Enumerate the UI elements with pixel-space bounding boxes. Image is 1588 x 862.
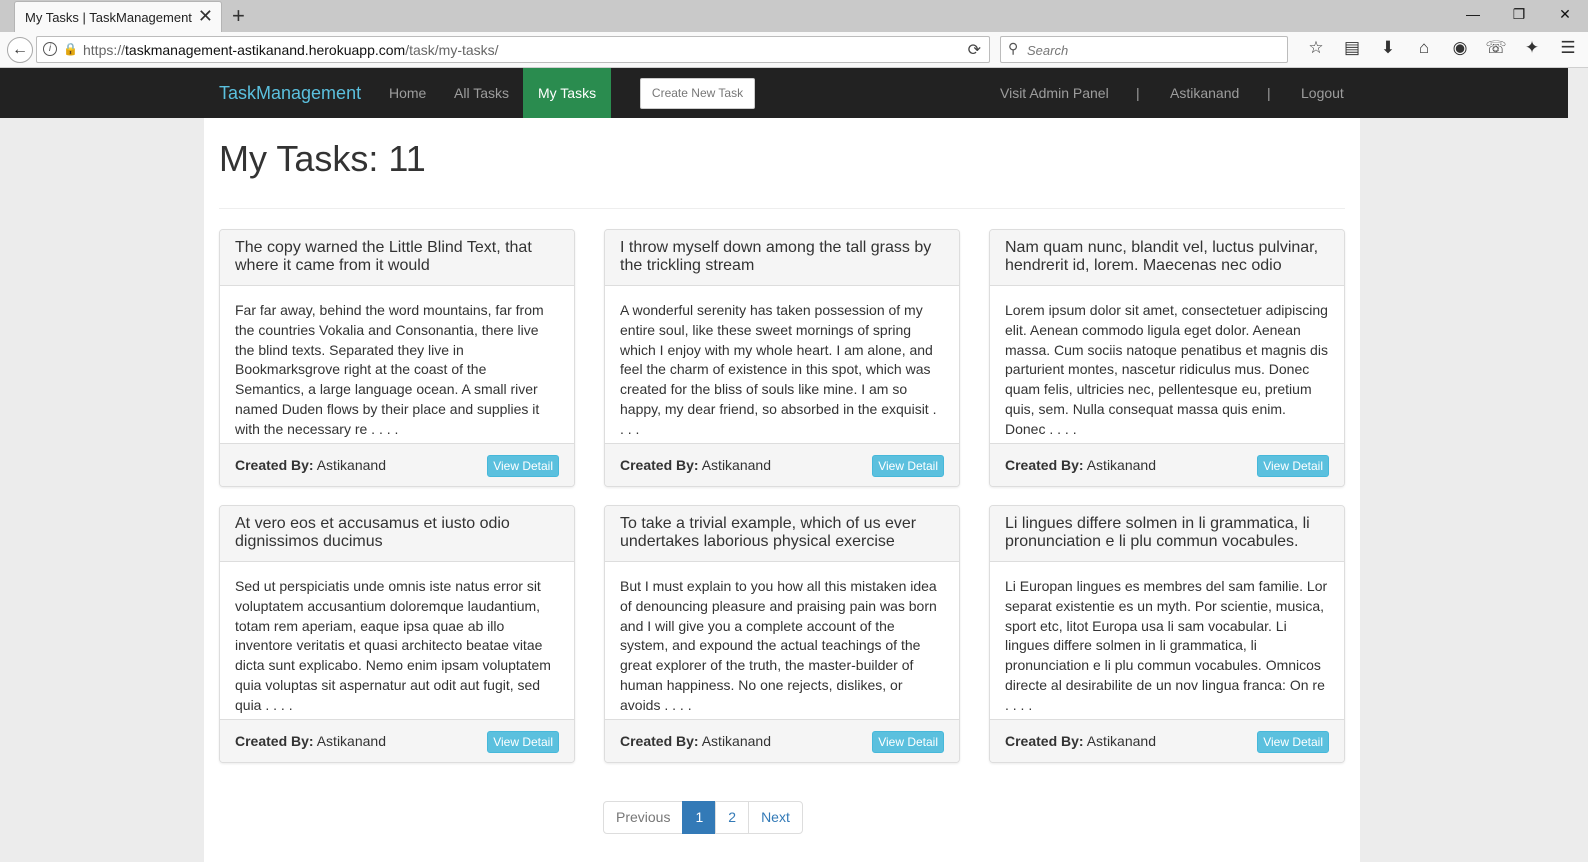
created-by-label: Created By: bbox=[235, 733, 314, 749]
task-description: Lorem ipsum dolor sit amet, consectetuer… bbox=[1005, 302, 1328, 437]
search-input[interactable]: ⚲ Search bbox=[1000, 36, 1288, 63]
main-container: My Tasks: 11 The copy warned the Little … bbox=[204, 118, 1360, 862]
created-by-label: Created By: bbox=[620, 457, 699, 473]
pagination-previous[interactable]: Previous bbox=[603, 801, 684, 834]
search-icon: ⚲ bbox=[1008, 40, 1019, 56]
task-description: A wonderful serenity has taken possessio… bbox=[620, 302, 937, 437]
task-description: Sed ut perspiciatis unde omnis iste natu… bbox=[235, 578, 551, 713]
task-description: Li Europan lingues es membres del sam fa… bbox=[1005, 578, 1328, 713]
view-detail-button[interactable]: View Detail bbox=[1257, 731, 1329, 753]
task-card: At vero eos et accusamus et iusto odio d… bbox=[219, 505, 575, 763]
task-card: Nam quam nunc, blandit vel, luctus pulvi… bbox=[989, 229, 1345, 487]
task-title: To take a trivial example, which of us e… bbox=[605, 506, 959, 562]
task-footer: Created By: Astikanand View Detail bbox=[605, 443, 959, 486]
browser-toolbar: ← i 🔒 https://taskmanagement-astikanand.… bbox=[0, 32, 1588, 68]
view-detail-button[interactable]: View Detail bbox=[487, 731, 559, 753]
home-icon[interactable]: ⌂ bbox=[1406, 38, 1442, 58]
task-footer: Created By: Astikanand View Detail bbox=[990, 719, 1344, 762]
nav-home[interactable]: Home bbox=[374, 68, 441, 118]
task-footer: Created By: Astikanand View Detail bbox=[220, 719, 574, 762]
reload-icon[interactable]: ⟳ bbox=[968, 40, 981, 60]
divider bbox=[219, 208, 1345, 209]
created-by-label: Created By: bbox=[1005, 733, 1084, 749]
url-text[interactable]: https://taskmanagement-astikanand.heroku… bbox=[83, 42, 499, 58]
tab-close-icon[interactable]: ✕ bbox=[198, 7, 213, 25]
lock-icon[interactable]: 🔒 bbox=[63, 42, 78, 56]
created-by-value: Astikanand bbox=[1086, 733, 1156, 749]
page-title: My Tasks: 11 bbox=[219, 138, 426, 179]
task-card: To take a trivial example, which of us e… bbox=[604, 505, 960, 763]
reading-list-icon[interactable]: ▤ bbox=[1334, 38, 1370, 58]
browser-tab[interactable]: My Tasks | TaskManagement ✕ bbox=[14, 1, 222, 32]
minimize-icon[interactable]: — bbox=[1450, 0, 1496, 28]
bookmark-star-icon[interactable]: ☆ bbox=[1298, 38, 1334, 58]
task-footer: Created By: Astikanand View Detail bbox=[990, 443, 1344, 486]
back-arrow-icon[interactable]: ← bbox=[7, 37, 33, 63]
view-detail-button[interactable]: View Detail bbox=[872, 455, 944, 477]
tab-title: My Tasks | TaskManagement bbox=[25, 10, 192, 25]
create-new-task-button[interactable]: Create New Task bbox=[640, 78, 755, 109]
menu-icon[interactable]: ☰ bbox=[1550, 38, 1586, 58]
created-by-value: Astikanand bbox=[701, 457, 771, 473]
pagination-page-2[interactable]: 2 bbox=[715, 801, 750, 834]
pagination: Previous 1 2 Next bbox=[603, 801, 803, 834]
nav-user[interactable]: Astikanand bbox=[1155, 68, 1254, 118]
nav-admin-panel[interactable]: Visit Admin Panel bbox=[985, 68, 1124, 118]
created-by-value: Astikanand bbox=[1086, 457, 1156, 473]
task-card: Li lingues differe solmen in li grammati… bbox=[989, 505, 1345, 763]
nav-separator: | bbox=[1136, 85, 1140, 101]
task-footer: Created By: Astikanand View Detail bbox=[220, 443, 574, 486]
nav-logout[interactable]: Logout bbox=[1286, 68, 1359, 118]
extension-icon[interactable]: ✦ bbox=[1514, 38, 1550, 58]
url-bar[interactable]: i 🔒 https://taskmanagement-astikanand.he… bbox=[36, 36, 990, 63]
window-controls: — ❐ ✕ bbox=[1450, 0, 1588, 32]
created-by-value: Astikanand bbox=[316, 733, 386, 749]
view-detail-button[interactable]: View Detail bbox=[487, 455, 559, 477]
view-detail-button[interactable]: View Detail bbox=[872, 731, 944, 753]
download-icon[interactable]: ⬇ bbox=[1370, 38, 1406, 58]
page-scrollbar[interactable] bbox=[1568, 68, 1588, 862]
task-title: I throw myself down among the tall grass… bbox=[605, 230, 959, 286]
pagination-next[interactable]: Next bbox=[748, 801, 803, 834]
task-title: Li lingues differe solmen in li grammati… bbox=[990, 506, 1344, 562]
pagination-page-1[interactable]: 1 bbox=[682, 801, 717, 834]
info-icon[interactable]: i bbox=[43, 42, 57, 56]
task-card: The copy warned the Little Blind Text, t… bbox=[219, 229, 575, 487]
task-title: Nam quam nunc, blandit vel, luctus pulvi… bbox=[990, 230, 1344, 286]
restore-icon[interactable]: ❐ bbox=[1496, 0, 1542, 28]
task-description: Far far away, behind the word mountains,… bbox=[235, 302, 544, 437]
created-by-value: Astikanand bbox=[316, 457, 386, 473]
task-title: The copy warned the Little Blind Text, t… bbox=[220, 230, 574, 286]
created-by-label: Created By: bbox=[1005, 457, 1084, 473]
browser-tab-bar: My Tasks | TaskManagement ✕ + — ❐ ✕ bbox=[0, 0, 1588, 32]
view-detail-button[interactable]: View Detail bbox=[1257, 455, 1329, 477]
created-by-label: Created By: bbox=[235, 457, 314, 473]
nav-all-tasks[interactable]: All Tasks bbox=[439, 68, 524, 118]
whatsapp-icon[interactable]: ☏ bbox=[1478, 38, 1514, 58]
browser-toolbar-icons: ☆ ▤ ⬇ ⌂ ◉ ☏ ✦ ☰ bbox=[1298, 38, 1586, 58]
task-card: I throw myself down among the tall grass… bbox=[604, 229, 960, 487]
window-close-icon[interactable]: ✕ bbox=[1542, 0, 1588, 28]
brand-link[interactable]: TaskManagement bbox=[219, 83, 361, 104]
new-tab-icon[interactable]: + bbox=[232, 3, 245, 29]
created-by-value: Astikanand bbox=[701, 733, 771, 749]
app-navbar: TaskManagement Home All Tasks My Tasks V… bbox=[0, 68, 1568, 118]
created-by-label: Created By: bbox=[620, 733, 699, 749]
task-title: At vero eos et accusamus et iusto odio d… bbox=[220, 506, 574, 562]
nav-separator: | bbox=[1267, 85, 1271, 101]
task-footer: Created By: Astikanand View Detail bbox=[605, 719, 959, 762]
task-description: But I must explain to you how all this m… bbox=[620, 578, 937, 713]
search-placeholder: Search bbox=[1027, 43, 1069, 58]
nav-my-tasks[interactable]: My Tasks bbox=[523, 68, 612, 118]
pocket-icon[interactable]: ◉ bbox=[1442, 38, 1478, 58]
